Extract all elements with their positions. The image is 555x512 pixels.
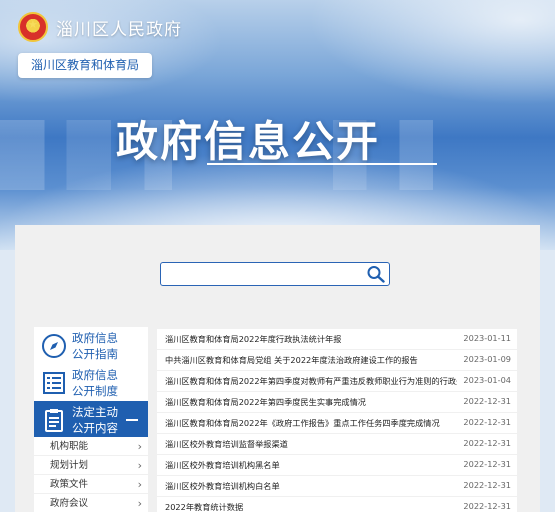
article-date: 2022-12-31 bbox=[463, 459, 511, 469]
submenu-item-policy-docs[interactable]: 政策文件 › bbox=[34, 475, 148, 494]
article-title[interactable]: 淄川区教育和体育局2022年度行政执法统计年报 bbox=[165, 333, 341, 345]
article-title[interactable]: 中共淄川区教育和体育局党组 关于2022年度法治政府建设工作的报告 bbox=[165, 354, 418, 366]
site-title[interactable]: 淄川区人民政府 bbox=[56, 15, 182, 40]
list-item[interactable]: 中共淄川区教育和体育局党组 关于2022年度法治政府建设工作的报告 2023-0… bbox=[157, 350, 517, 371]
list-item[interactable]: 淄川区校外教育培训机构黑名单 2022-12-31 bbox=[157, 455, 517, 476]
article-title[interactable]: 淄川区校外教育培训监督举报渠道 bbox=[165, 438, 288, 450]
article-title[interactable]: 淄川区校外教育培训机构黑名单 bbox=[165, 459, 280, 471]
page-title: 政府信息公开 bbox=[116, 117, 381, 166]
chevron-right-icon: › bbox=[137, 440, 142, 453]
article-title[interactable]: 淄川区教育和体育局2022年《政府工作报告》重点工作任务四季度完成情况 bbox=[165, 417, 440, 429]
article-title[interactable]: 淄川区教育和体育局2022年第四季度对教师有严重违反教师职业行为准则的行政处罚信… bbox=[165, 375, 457, 387]
list-item[interactable]: 淄川区教育和体育局2022年第四季度民生实事完成情况 2022-12-31 bbox=[157, 392, 517, 413]
department-tag[interactable]: 淄川区教育和体育局 bbox=[18, 53, 152, 78]
article-title[interactable]: 淄川区教育和体育局2022年第四季度民生实事完成情况 bbox=[165, 396, 366, 408]
article-date: 2022-12-31 bbox=[463, 501, 511, 511]
search-icon[interactable] bbox=[366, 265, 386, 283]
article-date: 2022-12-31 bbox=[463, 480, 511, 490]
search-input[interactable] bbox=[161, 263, 361, 285]
article-date: 2023-01-11 bbox=[463, 333, 511, 343]
title-underline bbox=[207, 163, 437, 165]
sidebar-item-label: 政府信息 公开制度 bbox=[72, 368, 118, 398]
sidebar-item-disclosure-system[interactable]: 政府信息 公开制度 bbox=[34, 364, 148, 402]
list-item[interactable]: 淄川区教育和体育局2022年《政府工作报告》重点工作任务四季度完成情况 2022… bbox=[157, 413, 517, 434]
sidebar: 政府信息 公开指南 政府信息 公开制度 法定主动 公开内容 机构职能 › 规划计… bbox=[34, 327, 148, 512]
compass-icon bbox=[42, 334, 66, 358]
article-title[interactable]: 2022年教育统计数据 bbox=[165, 501, 243, 512]
chevron-right-icon: › bbox=[137, 478, 142, 491]
submenu-item-plans[interactable]: 规划计划 › bbox=[34, 456, 148, 475]
article-date: 2023-01-04 bbox=[463, 375, 511, 385]
article-date: 2022-12-31 bbox=[463, 396, 511, 406]
search-box bbox=[160, 262, 390, 286]
list-item[interactable]: 2022年教育统计数据 2022-12-31 bbox=[157, 497, 517, 512]
sidebar-item-label: 政府信息 公开指南 bbox=[72, 331, 118, 361]
article-date: 2022-12-31 bbox=[463, 438, 511, 448]
article-list: 淄川区教育和体育局2022年度行政执法统计年报 2023-01-11 中共淄川区… bbox=[157, 329, 517, 512]
submenu-item-org-functions[interactable]: 机构职能 › bbox=[34, 437, 148, 456]
sidebar-item-label: 法定主动 公开内容 bbox=[72, 405, 118, 435]
chevron-right-icon: › bbox=[137, 459, 142, 472]
list-item[interactable]: 淄川区教育和体育局2022年度行政执法统计年报 2023-01-11 bbox=[157, 329, 517, 350]
chevron-right-icon: › bbox=[137, 497, 142, 510]
clipboard-icon bbox=[45, 409, 63, 432]
submenu-item-gov-meetings[interactable]: 政府会议 › bbox=[34, 494, 148, 512]
list-item[interactable]: 淄川区校外教育培训机构白名单 2022-12-31 bbox=[157, 476, 517, 497]
list-item[interactable]: 淄川区校外教育培训监督举报渠道 2022-12-31 bbox=[157, 434, 517, 455]
sidebar-item-disclosure-guide[interactable]: 政府信息 公开指南 bbox=[34, 327, 148, 365]
collapse-icon[interactable] bbox=[126, 419, 138, 421]
hero-banner: 淄川区人民政府 淄川区教育和体育局 政府信息公开 bbox=[0, 0, 555, 250]
list-item[interactable]: 淄川区教育和体育局2022年第四季度对教师有严重违反教师职业行为准则的行政处罚信… bbox=[157, 371, 517, 392]
sidebar-item-statutory-content[interactable]: 法定主动 公开内容 bbox=[34, 401, 148, 439]
document-list-icon bbox=[43, 372, 65, 394]
national-emblem-icon bbox=[18, 12, 48, 42]
article-date: 2022-12-31 bbox=[463, 417, 511, 427]
sidebar-submenu: 机构职能 › 规划计划 › 政策文件 › 政府会议 › bbox=[34, 437, 148, 512]
article-title[interactable]: 淄川区校外教育培训机构白名单 bbox=[165, 480, 280, 492]
article-date: 2023-01-09 bbox=[463, 354, 511, 364]
